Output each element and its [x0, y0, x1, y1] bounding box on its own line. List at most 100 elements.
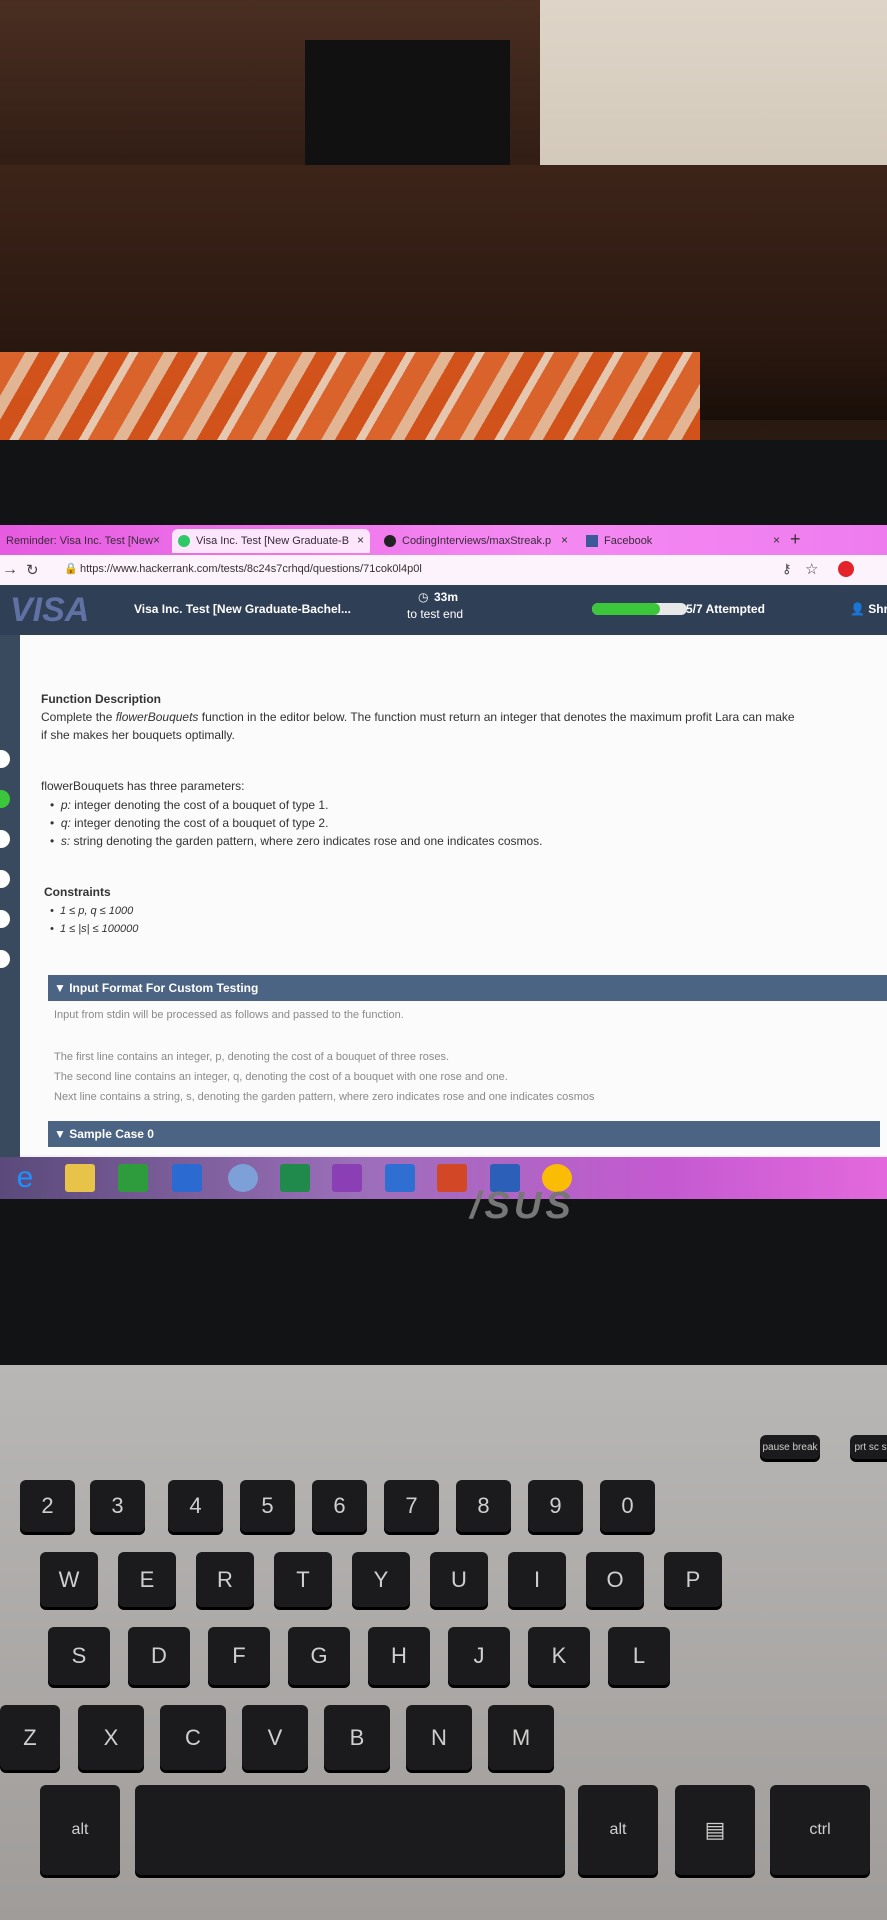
key-d[interactable]: D: [128, 1627, 190, 1685]
key-r[interactable]: R: [196, 1552, 254, 1607]
key-p[interactable]: P: [664, 1552, 722, 1607]
excel-icon[interactable]: [280, 1164, 310, 1192]
key-y[interactable]: Y: [352, 1552, 410, 1607]
key-m[interactable]: M: [488, 1705, 554, 1770]
reload-icon[interactable]: ↻: [26, 561, 39, 579]
question-dot[interactable]: [0, 950, 10, 968]
key-5[interactable]: 5: [240, 1480, 295, 1532]
tab-label: Reminder: Visa Inc. Test [New: [6, 535, 153, 547]
user-menu[interactable]: 👤 Shr: [850, 602, 887, 616]
key-alt-left[interactable]: alt: [40, 1785, 120, 1875]
tab-close-icon[interactable]: ×: [561, 533, 568, 547]
star-icon[interactable]: ☆: [805, 560, 818, 578]
key-f[interactable]: F: [208, 1627, 270, 1685]
param-q: • q: integer denoting the cost of a bouq…: [50, 816, 329, 830]
test-title: Visa Inc. Test [New Graduate-Bachel...: [134, 602, 351, 616]
param-name: p:: [60, 798, 71, 812]
constraint-text: 1 ≤ |s| ≤ 100000: [59, 923, 139, 935]
key-4[interactable]: 4: [168, 1480, 223, 1532]
tab-close-icon[interactable]: ×: [357, 533, 364, 547]
progress-bar: [592, 603, 687, 615]
key-prtsc[interactable]: prt sc sysrq: [850, 1435, 887, 1459]
key-v[interactable]: V: [242, 1705, 308, 1770]
facebook-icon: [586, 535, 598, 547]
url-text[interactable]: https://www.hackerrank.com/tests/8c24s7c…: [80, 563, 422, 575]
key-w[interactable]: W: [40, 1552, 98, 1607]
key-t[interactable]: T: [274, 1552, 332, 1607]
key-icon[interactable]: ⚷: [782, 561, 792, 577]
key-j[interactable]: J: [448, 1627, 510, 1685]
key-h[interactable]: H: [368, 1627, 430, 1685]
file-explorer-icon[interactable]: [65, 1164, 95, 1192]
key-k[interactable]: K: [528, 1627, 590, 1685]
key-s[interactable]: S: [48, 1627, 110, 1685]
key-e[interactable]: E: [118, 1552, 176, 1607]
onenote-icon[interactable]: [332, 1164, 362, 1192]
input-format-section-toggle[interactable]: ▼ Input Format For Custom Testing: [48, 975, 887, 1001]
tab-label: Visa Inc. Test [New Graduate-B: [196, 535, 350, 547]
key-7[interactable]: 7: [384, 1480, 439, 1532]
key-b[interactable]: B: [324, 1705, 390, 1770]
browser-tab-bar: Reminder: Visa Inc. Test [New × Visa Inc…: [0, 525, 887, 555]
sample-case-0-toggle[interactable]: ▼ Sample Case 0: [48, 1121, 880, 1147]
param-p: • p: integer denoting the cost of a bouq…: [50, 798, 329, 812]
powerpoint-icon[interactable]: [437, 1164, 467, 1192]
key-pause[interactable]: pause break: [760, 1435, 820, 1459]
param-name: s:: [60, 834, 71, 848]
question-dot[interactable]: [0, 750, 10, 768]
key-ctrl[interactable]: ctrl: [770, 1785, 870, 1875]
tab-close-icon[interactable]: ×: [153, 533, 160, 547]
timer-value: 33m: [434, 590, 459, 604]
key-space[interactable]: [135, 1785, 565, 1875]
key-3[interactable]: 3: [90, 1480, 145, 1532]
question-dot[interactable]: [0, 870, 10, 888]
question-dot[interactable]: [0, 830, 10, 848]
tab-reminder[interactable]: Reminder: Visa Inc. Test [New ×: [0, 529, 166, 553]
edge-icon[interactable]: e: [10, 1163, 40, 1193]
hackerrank-icon: [178, 535, 190, 547]
key-0[interactable]: 0: [600, 1480, 655, 1532]
windows-taskbar: e: [0, 1157, 887, 1199]
key-u[interactable]: U: [430, 1552, 488, 1607]
visa-logo: VISA: [10, 591, 90, 629]
key-n[interactable]: N: [406, 1705, 472, 1770]
constraints-title: Constraints: [44, 885, 111, 899]
room-background: [0, 0, 887, 447]
key-alt-right[interactable]: alt: [578, 1785, 658, 1875]
forward-icon[interactable]: →: [2, 561, 18, 579]
tab-visa-test[interactable]: Visa Inc. Test [New Graduate-B ×: [172, 529, 370, 553]
opera-icon[interactable]: [838, 561, 854, 577]
tab-facebook[interactable]: Facebook ×: [580, 529, 786, 553]
test-header: VISA Visa Inc. Test [New Graduate-Bachel…: [0, 585, 887, 635]
tab-close-icon[interactable]: ×: [773, 533, 780, 547]
key-6[interactable]: 6: [312, 1480, 367, 1532]
key-g[interactable]: G: [288, 1627, 350, 1685]
shield-icon[interactable]: [172, 1164, 202, 1192]
key-l[interactable]: L: [608, 1627, 670, 1685]
input-line-1: The first line contains an integer, p, d…: [54, 1051, 450, 1063]
tab-github[interactable]: CodingInterviews/maxStreak.p ×: [378, 529, 574, 553]
key-i[interactable]: I: [508, 1552, 566, 1607]
key-x[interactable]: X: [78, 1705, 144, 1770]
key-c[interactable]: C: [160, 1705, 226, 1770]
key-2[interactable]: 2: [20, 1480, 75, 1532]
store-icon[interactable]: [118, 1164, 148, 1192]
constraint-text: 1 ≤ p, q ≤ 1000: [59, 905, 134, 917]
question-dot-current[interactable]: [0, 790, 10, 808]
key-o[interactable]: O: [586, 1552, 644, 1607]
new-tab-button[interactable]: +: [790, 529, 801, 550]
key-8[interactable]: 8: [456, 1480, 511, 1532]
address-bar: → ↻ 🔒 https://www.hackerrank.com/tests/8…: [0, 555, 887, 586]
function-description-line1: Complete the flowerBouquets function in …: [41, 710, 795, 724]
clock-icon: ◷: [418, 590, 429, 604]
function-description-title: Function Description: [41, 692, 161, 706]
user-icon: 👤: [850, 602, 865, 616]
key-9[interactable]: 9: [528, 1480, 583, 1532]
menu-key-icon[interactable]: ▤: [675, 1785, 755, 1875]
key-z[interactable]: Z: [0, 1705, 60, 1770]
skype-icon[interactable]: [228, 1164, 258, 1192]
input-intro: Input from stdin will be processed as fo…: [54, 1009, 404, 1021]
outlook-icon[interactable]: [385, 1164, 415, 1192]
text: Complete the: [41, 710, 116, 724]
question-dot[interactable]: [0, 910, 10, 928]
